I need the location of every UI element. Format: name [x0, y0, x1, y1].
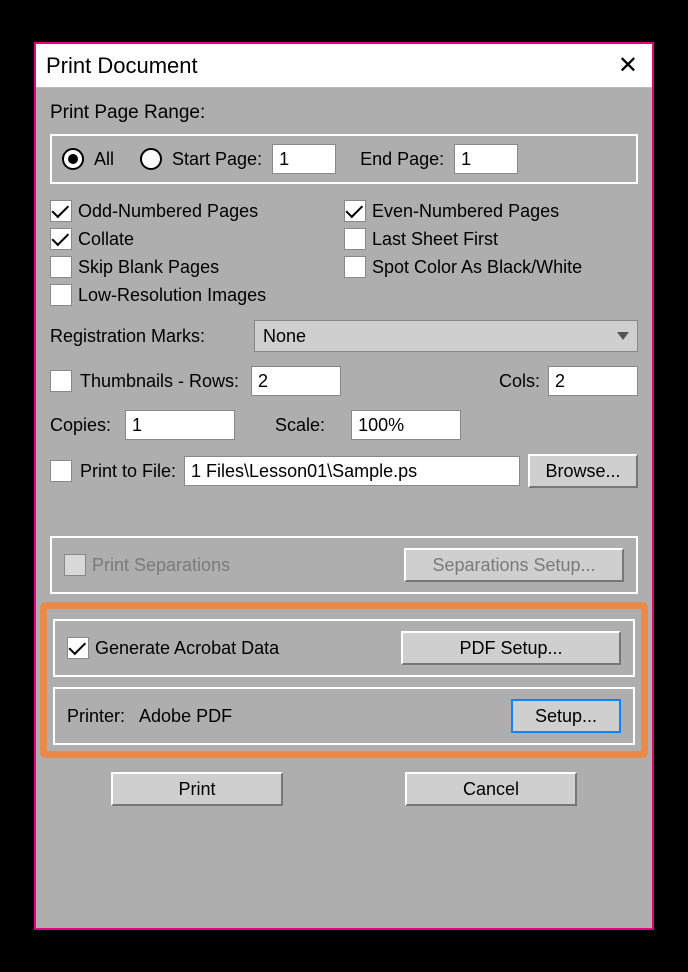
checkbox-grid: Odd-Numbered Pages Even-Numbered Pages C… [50, 200, 638, 306]
copies-input[interactable] [125, 410, 235, 440]
highlight-region: Generate Acrobat Data PDF Setup... Print… [40, 602, 648, 758]
separations-setup-button[interactable]: Separations Setup... [404, 548, 624, 582]
range-box: All Start Page: End Page: [50, 134, 638, 184]
label-spot-bw: Spot Color As Black/White [372, 257, 582, 278]
checkbox-even[interactable] [344, 200, 366, 222]
printer-setup-button[interactable]: Setup... [511, 699, 621, 733]
print-to-file-input[interactable] [184, 456, 520, 486]
label-collate: Collate [78, 229, 134, 250]
start-page-label: Start Page: [172, 149, 262, 170]
checkbox-last-first[interactable] [344, 228, 366, 250]
checkbox-spot-bw[interactable] [344, 256, 366, 278]
titlebar: Print Document ✕ [36, 44, 652, 88]
range-label: Print Page Range: [50, 102, 638, 124]
reg-marks-select[interactable]: None [254, 320, 638, 352]
checkbox-skip-blank[interactable] [50, 256, 72, 278]
dialog-title: Print Document [46, 53, 198, 79]
thumbnails-label: Thumbnails - Rows: [80, 371, 239, 392]
printer-label: Printer: [67, 706, 125, 727]
label-last-first: Last Sheet First [372, 229, 498, 250]
radio-start[interactable] [140, 148, 162, 170]
radio-all-label: All [94, 149, 114, 170]
print-dialog: Print Document ✕ Print Page Range: All S… [36, 44, 652, 928]
print-to-file-row: Print to File: Browse... [50, 454, 638, 488]
checkbox-acrobat[interactable] [67, 637, 89, 659]
printer-name: Adobe PDF [139, 706, 232, 727]
browse-button[interactable]: Browse... [528, 454, 638, 488]
end-page-input[interactable] [454, 144, 518, 174]
reg-marks-value: None [263, 326, 306, 347]
checkbox-low-res[interactable] [50, 284, 72, 306]
reg-marks-row: Registration Marks: None [50, 320, 638, 352]
separations-label: Print Separations [92, 555, 230, 576]
end-page-label: End Page: [360, 149, 444, 170]
acrobat-label: Generate Acrobat Data [95, 638, 279, 659]
print-button[interactable]: Print [111, 772, 283, 806]
checkbox-odd[interactable] [50, 200, 72, 222]
label-low-res: Low-Resolution Images [78, 285, 266, 306]
copies-label: Copies: [50, 415, 111, 436]
reg-marks-label: Registration Marks: [50, 326, 246, 347]
separations-panel: Print Separations Separations Setup... [50, 536, 638, 594]
thumbnails-cols-input[interactable] [548, 366, 638, 396]
thumbnails-rows-input[interactable] [251, 366, 341, 396]
dialog-frame: Print Document ✕ Print Page Range: All S… [34, 42, 654, 930]
checkbox-thumbnails[interactable] [50, 370, 72, 392]
copies-scale-row: Copies: Scale: [50, 410, 638, 440]
thumbnails-cols-label: Cols: [499, 371, 540, 392]
pdf-setup-button[interactable]: PDF Setup... [401, 631, 621, 665]
label-odd: Odd-Numbered Pages [78, 201, 258, 222]
printer-panel: Printer: Adobe PDF Setup... [53, 687, 635, 745]
radio-all[interactable] [62, 148, 84, 170]
bottom-buttons: Print Cancel [50, 764, 638, 820]
scale-input[interactable] [351, 410, 461, 440]
close-icon[interactable]: ✕ [618, 54, 638, 78]
start-page-input[interactable] [272, 144, 336, 174]
checkbox-collate[interactable] [50, 228, 72, 250]
checkbox-separations [64, 554, 86, 576]
cancel-button[interactable]: Cancel [405, 772, 577, 806]
dialog-body: Print Page Range: All Start Page: End Pa… [36, 88, 652, 928]
chevron-down-icon [617, 332, 629, 340]
label-skip-blank: Skip Blank Pages [78, 257, 219, 278]
label-even: Even-Numbered Pages [372, 201, 559, 222]
acrobat-panel: Generate Acrobat Data PDF Setup... [53, 619, 635, 677]
checkbox-print-to-file[interactable] [50, 460, 72, 482]
print-to-file-label: Print to File: [80, 461, 176, 482]
scale-label: Scale: [275, 415, 325, 436]
thumbnails-row: Thumbnails - Rows: Cols: [50, 366, 638, 396]
